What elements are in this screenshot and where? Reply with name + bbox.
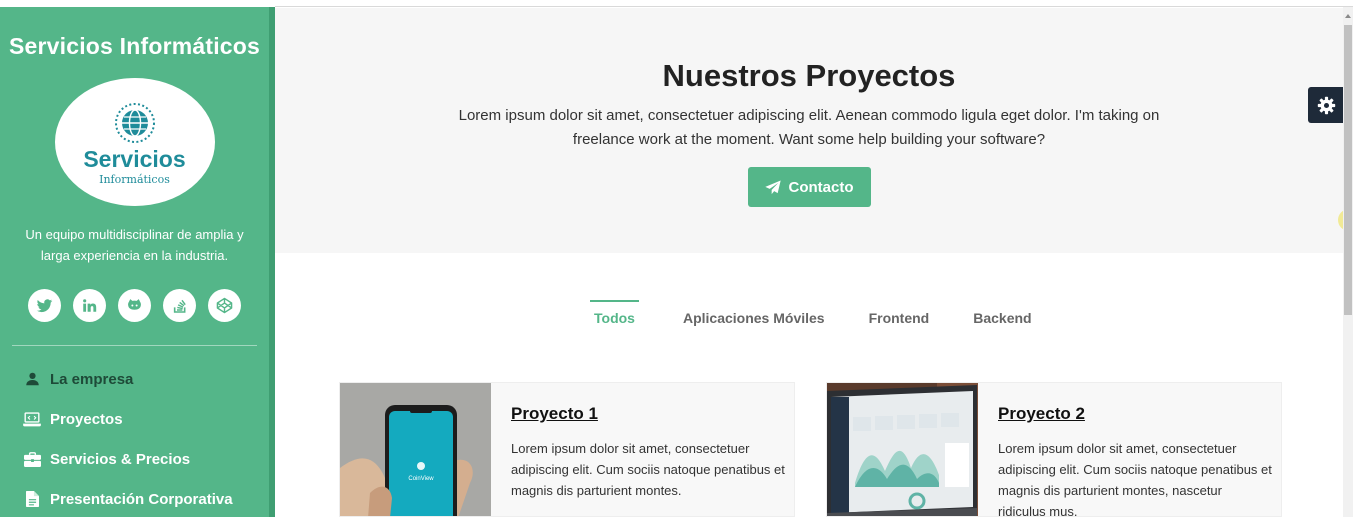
sidebar-tagline: Un equipo multidisciplinar de amplia y l… (25, 227, 244, 263)
page-title: Nuestros Proyectos (662, 58, 956, 93)
project-title[interactable]: Proyecto 1 (511, 404, 598, 424)
github-icon[interactable] (118, 289, 151, 322)
contact-button[interactable]: Contacto (747, 167, 871, 207)
tab-aplicaciones-moviles[interactable]: Aplicaciones Móviles (683, 300, 825, 332)
sidebar-nav: La empresa Proyectos Servicios & Precios… (0, 359, 269, 517)
hero-description: Lorem ipsum dolor sit amet, consectetuer… (458, 107, 1160, 148)
codepen-icon[interactable] (208, 289, 241, 322)
page-scrollbar[interactable] (1343, 7, 1353, 517)
globe-icon (114, 103, 155, 143)
file-icon (22, 491, 42, 507)
user-icon (22, 371, 42, 387)
twitter-icon[interactable] (28, 289, 61, 322)
tab-backend[interactable]: Backend (973, 300, 1031, 332)
contact-button-label: Contacto (788, 178, 854, 196)
tab-frontend[interactable]: Frontend (869, 300, 930, 332)
sidebar-item-label: Proyectos (50, 410, 123, 428)
logo-subtext: Informáticos (99, 173, 170, 186)
sidebar-item-label: Servicios & Precios (50, 450, 191, 468)
sidebar-item-presentacion-corporativa[interactable]: Presentación Corporativa (0, 479, 269, 517)
project-description: Lorem ipsum dolor sit amet, consectetuer… (511, 441, 785, 498)
sidebar: Servicios Informáticos Servicios Informá… (0, 7, 275, 517)
logo-text: Servicios (83, 146, 186, 172)
settings-toggle-button[interactable] (1308, 87, 1344, 123)
app-name-label: CoinView (408, 476, 434, 482)
project-description: Lorem ipsum dolor sit amet, consectetuer… (998, 441, 1272, 517)
project-title[interactable]: Proyecto 2 (998, 404, 1085, 424)
briefcase-icon (22, 451, 42, 467)
sidebar-item-proyectos[interactable]: Proyectos (0, 399, 269, 439)
company-logo: Servicios Informáticos (54, 78, 215, 206)
site-brand[interactable]: Servicios Informáticos (0, 33, 269, 60)
project-filter-tabs: Todos Aplicaciones Móviles Frontend Back… (590, 300, 1032, 332)
linkedin-icon[interactable] (73, 289, 106, 322)
scroll-up-arrow-icon[interactable] (1345, 14, 1351, 18)
project-image[interactable]: CoinView (340, 383, 491, 516)
project-image[interactable] (827, 383, 978, 516)
sidebar-item-label: Presentación Corporativa (50, 490, 233, 508)
stackoverflow-icon[interactable] (163, 289, 196, 322)
gear-icon (1317, 96, 1335, 114)
laptop-code-icon (22, 411, 42, 427)
sidebar-item-la-empresa[interactable]: La empresa (0, 359, 269, 399)
sidebar-item-label: La empresa (50, 370, 134, 388)
sidebar-item-servicios-precios[interactable]: Servicios & Precios (0, 439, 269, 479)
tab-todos[interactable]: Todos (590, 300, 639, 332)
scrollbar-thumb[interactable] (1344, 25, 1352, 315)
sidebar-divider (12, 345, 257, 346)
hero-section: Nuestros Proyectos Lorem ipsum dolor sit… (275, 8, 1343, 253)
browser-top-edge (275, 0, 1353, 7)
social-links (0, 289, 269, 322)
project-card[interactable]: CoinView Proyecto 1 Lorem ipsum dolor si… (339, 382, 795, 517)
project-card[interactable]: Proyecto 2 Lorem ipsum dolor sit amet, c… (826, 382, 1282, 517)
paper-plane-icon (764, 180, 781, 194)
